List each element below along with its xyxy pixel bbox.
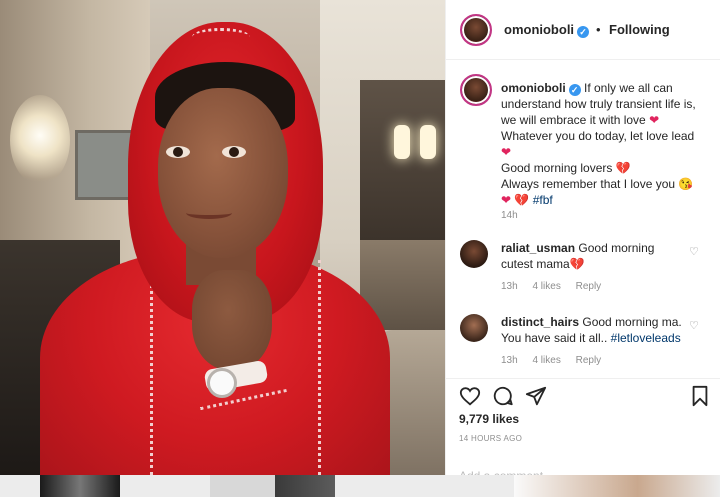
- comment-like-heart-icon[interactable]: ♡: [689, 245, 699, 258]
- profile-avatar[interactable]: [460, 14, 492, 46]
- hashtag-link[interactable]: #fbf: [533, 193, 553, 207]
- hood-trim: [192, 28, 250, 46]
- separator-dot: •: [596, 22, 601, 37]
- reply-button[interactable]: Reply: [576, 355, 602, 366]
- comment-item: raliat_usman Good morning cutest mama💔 ♡…: [446, 240, 720, 300]
- caption-username[interactable]: omonioboli: [501, 81, 566, 95]
- caption-line-4: Always remember that I love you: [501, 177, 676, 191]
- reply-button[interactable]: Reply: [576, 281, 602, 292]
- comment-like-heart-icon[interactable]: ♡: [689, 319, 699, 332]
- header-username[interactable]: omonioboli ✓: [504, 22, 590, 38]
- comment-item: distinct_hairs Good morning ma. You have…: [446, 314, 720, 374]
- smile: [186, 207, 232, 219]
- heart-emoji-icon: ❤: [501, 193, 512, 207]
- caption-avatar[interactable]: [460, 74, 492, 106]
- comment-likes[interactable]: 4 likes: [532, 355, 560, 366]
- post-header: omonioboli ✓ • Following: [446, 0, 720, 60]
- likes-count[interactable]: 9,779 likes: [459, 412, 519, 426]
- comment-time[interactable]: 13h: [501, 355, 518, 366]
- heart-icon[interactable]: [459, 385, 481, 407]
- header-username-text[interactable]: omonioboli: [504, 22, 574, 37]
- bookmark-icon[interactable]: [689, 385, 711, 407]
- related-post-thumbnail[interactable]: [514, 475, 720, 497]
- related-post-thumbnail[interactable]: [275, 475, 335, 497]
- post-sidebar: omonioboli ✓ • Following omonioboli ✓ If o…: [445, 0, 720, 483]
- lamp: [394, 125, 410, 159]
- heart-emoji-icon: ❤: [501, 145, 512, 159]
- broken-heart-emoji-icon: 💔: [569, 257, 585, 271]
- lamp: [420, 125, 436, 159]
- comment-likes[interactable]: 4 likes: [532, 281, 560, 292]
- hashtag-link[interactable]: #letloveleads: [611, 331, 681, 345]
- watch-face: [207, 368, 237, 398]
- commenter-username[interactable]: raliat_usman: [501, 241, 575, 255]
- caption-line-2: Whatever you do today, let love lead: [501, 129, 695, 143]
- heart-emoji-icon: ❤: [649, 113, 660, 127]
- verified-badge-icon: ✓: [568, 84, 581, 96]
- following-button[interactable]: Following: [609, 22, 670, 37]
- wall-frame: [75, 130, 135, 200]
- chandelier: [10, 95, 70, 185]
- kiss-face-emoji-icon: 😘: [678, 177, 694, 191]
- commenter-username[interactable]: distinct_hairs: [501, 315, 579, 329]
- related-post-thumbnail[interactable]: [40, 475, 120, 497]
- comment-meta: 13h 4 likes Reply: [501, 281, 613, 292]
- face: [158, 88, 288, 258]
- post-timestamp[interactable]: 14 HOURS AGO: [459, 434, 522, 443]
- post-caption: omonioboli ✓ If only we all can understan…: [501, 80, 711, 208]
- verified-badge-icon: ✓: [577, 26, 590, 38]
- right-eye: [222, 146, 246, 158]
- post-actions: 9,779 likes 14 HOURS AGO Add a comment..…: [446, 378, 720, 483]
- share-icon[interactable]: [525, 385, 547, 407]
- left-eye: [166, 146, 190, 158]
- caption-timestamp[interactable]: 14h: [501, 210, 518, 221]
- broken-heart-emoji-icon: 💔: [615, 161, 631, 175]
- commenter-avatar[interactable]: [460, 314, 488, 342]
- hand: [192, 270, 272, 370]
- comment-text: distinct_hairs Good morning ma. You have…: [501, 314, 686, 346]
- comment-time[interactable]: 13h: [501, 281, 518, 292]
- post-photo[interactable]: [0, 0, 445, 475]
- comment-meta: 13h 4 likes Reply: [501, 355, 613, 366]
- commenter-avatar[interactable]: [460, 240, 488, 268]
- comment-text: raliat_usman Good morning cutest mama💔: [501, 240, 686, 272]
- comment-icon[interactable]: [492, 385, 514, 407]
- dress-trim: [318, 260, 324, 475]
- doorway: [360, 80, 445, 240]
- caption-line-3: Good morning lovers: [501, 161, 613, 175]
- related-post-thumbnail[interactable]: [210, 475, 280, 497]
- broken-heart-emoji-icon: 💔: [514, 193, 530, 207]
